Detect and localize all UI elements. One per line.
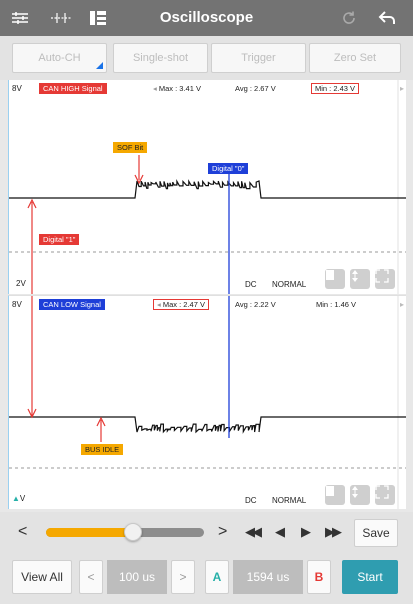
channel-settings-button[interactable] — [325, 485, 345, 505]
can-high-trace-area — [9, 80, 406, 294]
dropdown-corner-icon — [96, 62, 103, 69]
timebase-increase-button[interactable]: > — [171, 560, 195, 594]
cursor-delta-value: 1594 us — [233, 560, 303, 594]
vertical-adjust-button[interactable] — [350, 269, 370, 289]
play-button[interactable]: ▶ — [301, 522, 311, 542]
digital-one-annotation: Digital "1" — [39, 234, 80, 245]
low-top-scale: 8V — [12, 300, 22, 309]
can-low-name-tag[interactable]: CAN LOW Signal — [39, 299, 105, 310]
sof-bit-annotation: SOF Bit — [113, 142, 148, 153]
title-bar: Oscilloscope — [0, 0, 413, 36]
sliders-icon[interactable] — [10, 9, 30, 27]
cursor-a-button[interactable]: A — [205, 560, 229, 594]
timebase-value[interactable]: 100 us — [107, 560, 167, 594]
playback-bar: < > ◀◀ ◀ ▶ ▶▶ Save — [0, 512, 413, 552]
refresh-icon[interactable] — [339, 9, 359, 27]
scroll-left-button[interactable]: < — [18, 522, 27, 542]
scroll-right-button[interactable]: > — [218, 522, 227, 542]
position-slider-fill — [46, 528, 133, 537]
auto-ch-button[interactable]: Auto-CH — [12, 43, 107, 73]
oscilloscope-app: Oscilloscope Auto-CH Single-shot Trigger… — [0, 0, 413, 604]
zero-set-button[interactable]: Zero Set — [309, 43, 401, 73]
can-high-panel[interactable]: 8V CAN HIGH Signal ◂ Max : 3.41 V Avg : … — [8, 80, 406, 294]
channel-settings-button[interactable] — [325, 269, 345, 289]
high-bottom-scale: 2V — [16, 279, 26, 288]
high-coupling: DC — [245, 280, 257, 289]
high-avg-label: Avg : 2.67 V — [235, 84, 276, 93]
layout-icon[interactable] — [88, 9, 108, 27]
low-trigger-mode: NORMAL — [272, 496, 307, 505]
can-low-waveform — [9, 416, 406, 434]
low-max-value: Max : 2.47 V — [162, 300, 205, 309]
step-back-button[interactable]: ◀ — [275, 522, 285, 542]
high-trigger-mode: NORMAL — [272, 280, 307, 289]
cursor-lines-icon[interactable] — [50, 9, 72, 27]
vertical-adjust-button[interactable] — [350, 485, 370, 505]
expand-button[interactable] — [375, 485, 395, 505]
timebase-decrease-button[interactable]: < — [79, 560, 103, 594]
zero-set-label: Zero Set — [333, 52, 377, 64]
save-button[interactable]: Save — [354, 519, 398, 547]
low-avg-label: Avg : 2.22 V — [235, 300, 276, 309]
single-shot-label: Single-shot — [132, 52, 189, 64]
auto-ch-label: Auto-CH — [38, 52, 81, 64]
can-low-panel[interactable]: 8V CAN LOW Signal ◂ Max : 2.47 V Avg : 2… — [8, 295, 406, 509]
trigger-label: Trigger — [241, 52, 276, 64]
low-coupling: DC — [245, 496, 257, 505]
high-min-label: Min : 2.43 V — [311, 83, 360, 94]
trigger-button[interactable]: Trigger — [211, 43, 306, 73]
mode-toolbar: Auto-CH Single-shot Trigger Zero Set — [0, 36, 413, 80]
right-arrow-icon: ▸ — [400, 300, 405, 309]
back-arrow-icon[interactable] — [377, 9, 397, 27]
cursor-b-button[interactable]: B — [307, 560, 331, 594]
can-high-name-tag[interactable]: CAN HIGH Signal — [39, 83, 107, 94]
low-bottom-scale: ▲V — [12, 494, 25, 504]
high-max-value: Max : 3.41 V — [158, 84, 201, 93]
expand-button[interactable] — [375, 269, 395, 289]
bottom-toolbar: View All < 100 us > A 1594 us B Start — [0, 552, 413, 604]
single-shot-button[interactable]: Single-shot — [113, 43, 208, 73]
position-slider-thumb[interactable] — [123, 523, 142, 541]
fast-forward-button[interactable]: ▶▶ — [325, 522, 342, 542]
bus-idle-annotation: BUS IDLE — [81, 444, 124, 455]
low-min-label: Min : 1.46 V — [316, 300, 357, 309]
low-bottom-scale-value: V — [19, 494, 26, 503]
right-arrow-icon: ▸ — [400, 84, 405, 93]
high-max-label: ◂ Max : 3.41 V — [153, 84, 201, 94]
view-all-button[interactable]: View All — [12, 560, 72, 594]
start-button[interactable]: Start — [342, 560, 398, 594]
low-max-label: ◂ Max : 2.47 V — [153, 299, 209, 310]
ground-marker-icon: ▲ — [12, 494, 20, 503]
can-low-trace-area — [9, 296, 406, 509]
high-top-scale: 8V — [12, 84, 22, 93]
digital-zero-annotation: Digital "0" — [208, 163, 249, 174]
can-high-waveform — [9, 179, 406, 199]
rewind-button[interactable]: ◀◀ — [245, 522, 262, 542]
